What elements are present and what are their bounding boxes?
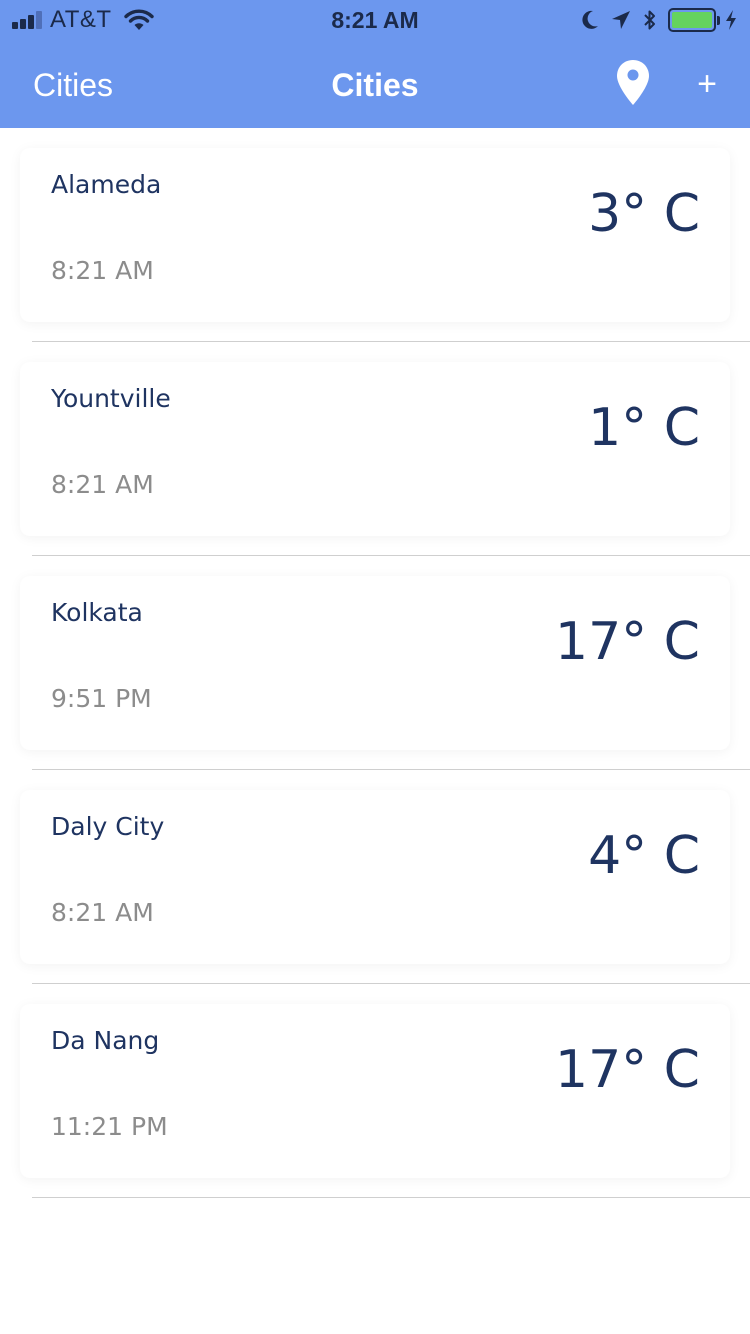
city-row[interactable]: Da Nang 11:21 PM 17° C: [0, 984, 750, 1198]
city-card[interactable]: Daly City 8:21 AM 4° C: [20, 790, 730, 964]
city-temperature: 1° C: [588, 398, 700, 458]
row-divider: [32, 1197, 750, 1198]
city-local-time: 9:51 PM: [51, 684, 152, 713]
city-local-time: 11:21 PM: [51, 1112, 168, 1141]
city-row[interactable]: Alameda 8:21 AM 3° C: [0, 128, 750, 342]
location-pin-icon[interactable]: [614, 58, 652, 108]
city-name: Daly City: [51, 812, 165, 841]
city-name: Kolkata: [51, 598, 143, 627]
city-temperature: 3° C: [588, 184, 700, 244]
add-city-button[interactable]: +: [690, 64, 724, 104]
city-temperature: 17° C: [554, 612, 700, 672]
back-button[interactable]: Cities: [33, 66, 113, 104]
city-row[interactable]: Kolkata 9:51 PM 17° C: [0, 556, 750, 770]
status-bar: AT&T 8:21 AM: [0, 0, 750, 40]
city-card[interactable]: Yountville 8:21 AM 1° C: [20, 362, 730, 536]
city-local-time: 8:21 AM: [51, 898, 154, 927]
city-name: Alameda: [51, 170, 162, 199]
city-temperature: 17° C: [554, 1040, 700, 1100]
navigation-bar: Cities Cities +: [0, 40, 750, 128]
status-right: [570, 6, 738, 34]
city-card[interactable]: Alameda 8:21 AM 3° C: [20, 148, 730, 322]
city-name: Yountville: [51, 384, 171, 413]
city-card[interactable]: Da Nang 11:21 PM 17° C: [20, 1004, 730, 1178]
charging-bolt-icon: [726, 10, 736, 30]
bluetooth-icon: [644, 10, 655, 30]
city-local-time: 8:21 AM: [51, 470, 154, 499]
city-local-time: 8:21 AM: [51, 256, 154, 285]
battery-icon: [668, 8, 716, 32]
battery-level: [672, 12, 712, 28]
city-temperature: 4° C: [588, 826, 700, 886]
city-row[interactable]: Daly City 8:21 AM 4° C: [0, 770, 750, 984]
moon-icon: [582, 10, 598, 29]
battery-tip: [717, 15, 720, 25]
location-arrow-icon: [612, 11, 630, 29]
app-header: AT&T 8:21 AM Cities Cities +: [0, 0, 750, 128]
city-list: Alameda 8:21 AM 3° C Yountville 8:21 AM …: [0, 128, 750, 1198]
city-row[interactable]: Yountville 8:21 AM 1° C: [0, 342, 750, 556]
city-card[interactable]: Kolkata 9:51 PM 17° C: [20, 576, 730, 750]
city-name: Da Nang: [51, 1026, 160, 1055]
